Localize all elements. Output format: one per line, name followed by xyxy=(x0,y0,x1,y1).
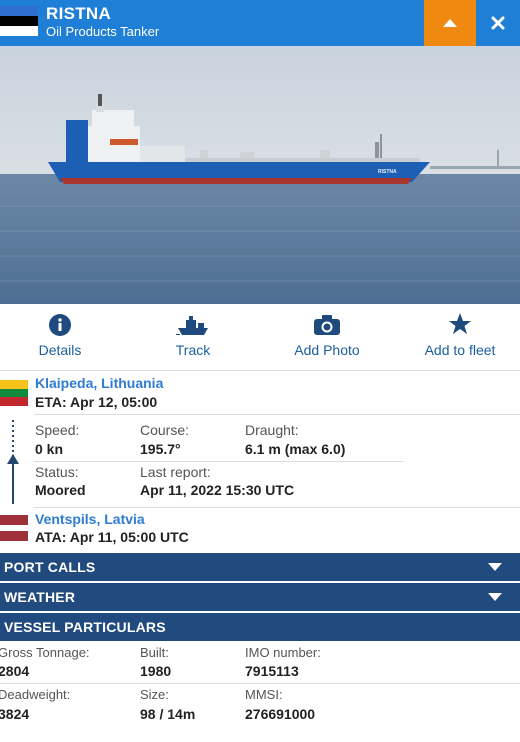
camera-icon xyxy=(314,315,340,335)
latvia-flag-icon xyxy=(0,515,28,541)
last-report-label: Last report: xyxy=(140,464,211,480)
size-label: Size: xyxy=(140,687,169,702)
imo-label: IMO number: xyxy=(245,645,321,660)
collapse-button[interactable] xyxy=(424,0,476,46)
add-photo-button[interactable]: Add Photo xyxy=(267,308,387,358)
gross-tonnage-value: 2804 xyxy=(0,663,30,679)
voyage-progress-arrow-icon xyxy=(7,420,19,504)
info-icon xyxy=(49,314,71,336)
chevron-down-icon xyxy=(488,593,502,601)
track-label: Track xyxy=(175,342,211,358)
vessel-name: RISTNA xyxy=(46,4,112,23)
mmsi-value: 276691000 xyxy=(245,706,316,722)
details-button[interactable]: Details xyxy=(0,308,120,358)
close-icon xyxy=(491,16,505,30)
weather-toggle[interactable]: WEATHER xyxy=(0,583,520,611)
divider xyxy=(34,461,404,462)
vessel-particulars-title: VESSEL PARTICULARS xyxy=(4,619,166,635)
mmsi-label: MMSI: xyxy=(245,687,283,702)
departure-ata: ATA: Apr 11, 05:00 UTC xyxy=(35,529,189,545)
track-button[interactable]: Track xyxy=(133,308,253,358)
draught-value: 6.1 m (max 6.0) xyxy=(245,441,346,457)
speed-value: 0 kn xyxy=(35,441,64,457)
vessel-photo[interactable]: RISTNA xyxy=(0,46,520,304)
built-value: 1980 xyxy=(140,663,172,679)
action-bar: Details Track Add Photo Add to fleet xyxy=(0,308,520,371)
vessel-particulars-header[interactable]: VESSEL PARTICULARS xyxy=(0,613,520,641)
details-label: Details xyxy=(38,342,82,358)
estonia-flag-icon xyxy=(0,6,38,36)
port-calls-title: PORT CALLS xyxy=(4,559,96,575)
add-to-fleet-label: Add to fleet xyxy=(424,342,496,358)
star-icon xyxy=(449,313,471,334)
ship-icon xyxy=(176,316,208,335)
status-label: Status: xyxy=(35,464,79,480)
add-photo-label: Add Photo xyxy=(294,342,360,358)
divider xyxy=(0,683,520,684)
port-calls-toggle[interactable]: PORT CALLS xyxy=(0,553,520,581)
weather-title: WEATHER xyxy=(4,589,76,605)
lithuania-flag-icon xyxy=(0,380,28,406)
departure-port-link[interactable]: Ventspils, Latvia xyxy=(35,511,145,527)
add-to-fleet-button[interactable]: Add to fleet xyxy=(400,308,520,358)
gross-tonnage-label: Gross Tonnage: xyxy=(0,645,90,660)
vessel-particulars: Gross Tonnage: 2804 Built: 1980 IMO numb… xyxy=(0,641,520,742)
last-report-value: Apr 11, 2022 15:30 UTC xyxy=(140,482,295,498)
divider xyxy=(34,507,520,508)
status-value: Moored xyxy=(35,482,86,498)
vessel-header: RISTNA Oil Products Tanker xyxy=(0,0,520,46)
deadweight-value: 3824 xyxy=(0,706,30,722)
destination-port-link[interactable]: Klaipeda, Lithuania xyxy=(35,375,163,391)
speed-label: Speed: xyxy=(35,422,80,438)
imo-value: 7915113 xyxy=(245,663,299,679)
size-value: 98 / 14m xyxy=(140,706,196,722)
caret-up-icon xyxy=(443,19,457,27)
destination-eta: ETA: Apr 12, 05:00 xyxy=(35,394,158,410)
close-button[interactable] xyxy=(476,0,520,46)
vessel-type: Oil Products Tanker xyxy=(46,24,160,39)
deadweight-label: Deadweight: xyxy=(0,687,71,702)
built-label: Built: xyxy=(140,645,169,660)
course-label: Course: xyxy=(140,422,190,438)
course-value: 195.7° xyxy=(140,441,181,457)
chevron-down-icon xyxy=(488,563,502,571)
draught-label: Draught: xyxy=(245,422,299,438)
divider xyxy=(34,414,520,415)
hull-name-text: RISTNA xyxy=(378,169,397,175)
